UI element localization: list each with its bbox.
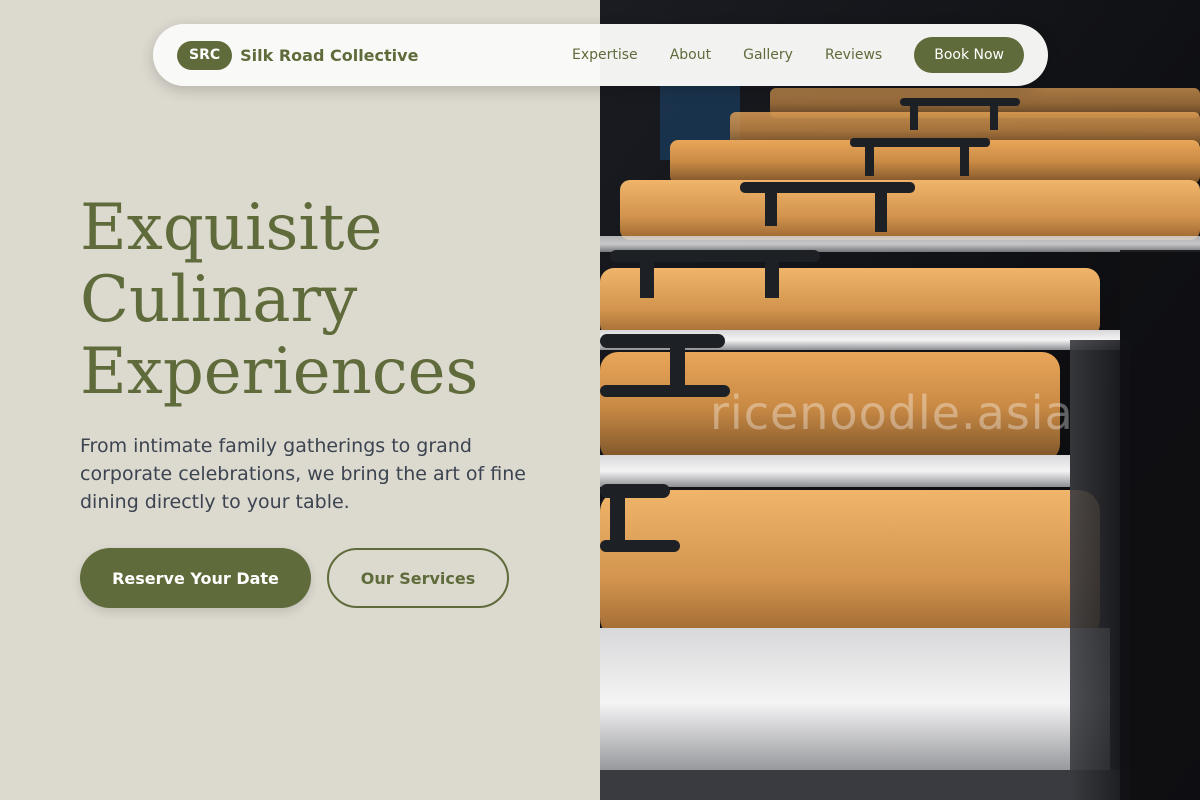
reserve-date-button[interactable]: Reserve Your Date: [80, 548, 311, 608]
nav-link-about[interactable]: About: [670, 47, 711, 63]
hero-title: Exquisite Culinary Experiences: [80, 192, 580, 408]
top-navbar: SRC Silk Road Collective Expertise About…: [153, 24, 1048, 86]
hero-title-line-3: Experiences: [80, 335, 479, 409]
book-now-button[interactable]: Book Now: [914, 37, 1024, 73]
hero-title-line-2: Culinary: [80, 263, 358, 337]
brand-logo-badge[interactable]: SRC: [177, 40, 233, 70]
our-services-button[interactable]: Our Services: [327, 548, 509, 608]
hero-title-line-1: Exquisite: [80, 191, 383, 265]
nav-link-reviews[interactable]: Reviews: [825, 47, 882, 63]
nav-link-gallery[interactable]: Gallery: [743, 47, 793, 63]
brand-name[interactable]: Silk Road Collective: [240, 46, 418, 65]
hero-image: ricenoodle.asia: [600, 0, 1200, 800]
nav-links: Expertise About Gallery Reviews Book Now: [572, 37, 1024, 73]
nav-link-expertise[interactable]: Expertise: [572, 47, 638, 63]
watermark-text: ricenoodle.asia: [710, 386, 1074, 440]
hero-subtitle: From intimate family gatherings to grand…: [80, 435, 526, 513]
